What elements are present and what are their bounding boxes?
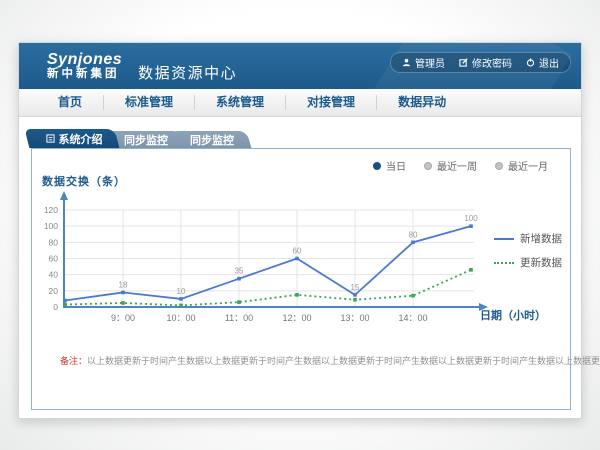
footer-note-text: 以上数据更新于时间产生数据以上数据更新于时间产生数据以上数据更新于时间产生数据以… xyxy=(87,356,600,366)
tab-sync-monitor-2[interactable]: 同步监控 xyxy=(175,131,249,148)
current-user-label: 管理员 xyxy=(415,55,445,70)
logout-label: 退出 xyxy=(539,55,559,70)
svg-text:100: 100 xyxy=(464,214,478,223)
svg-text:12：00: 12：00 xyxy=(282,313,311,323)
nav-item-system-mgmt[interactable]: 系统管理 xyxy=(195,95,286,110)
legend-item-new-data[interactable]: 新增数据 xyxy=(494,231,562,246)
change-password-label: 修改密码 xyxy=(472,55,512,70)
nav-item-integration-mgmt[interactable]: 对接管理 xyxy=(286,95,377,110)
app-title: 数据资源中心 xyxy=(138,62,237,83)
footer-note: 备注：以上数据更新于时间产生数据以上数据更新于时间产生数据以上数据更新于时间产生… xyxy=(60,354,600,367)
svg-text:80: 80 xyxy=(409,230,418,239)
desktop-background: Synjones 新中新集团 数据资源中心 管理员 修改密码 退出 xyxy=(0,0,600,450)
svg-text:15: 15 xyxy=(351,283,360,292)
svg-text:20: 20 xyxy=(49,286,59,296)
filter-label: 最近一月 xyxy=(508,158,548,173)
content-panel: 当日 最近一周 最近一月 数据交换（条） 0 20 40 60 80 100 120 9：00… xyxy=(31,148,571,410)
svg-text:40: 40 xyxy=(49,270,59,280)
svg-text:0: 0 xyxy=(53,302,58,312)
power-icon xyxy=(526,58,535,67)
main-nav: 首页 标准管理 系统管理 对接管理 数据异动 xyxy=(19,89,581,117)
app-header: Synjones 新中新集团 数据资源中心 管理员 修改密码 退出 xyxy=(19,43,581,89)
svg-text:11：00: 11：00 xyxy=(225,313,253,323)
brand-logo-wordmark: Synjones xyxy=(47,52,122,69)
svg-text:14：00: 14：00 xyxy=(398,313,427,323)
svg-text:60: 60 xyxy=(293,247,302,256)
svg-text:100: 100 xyxy=(44,221,58,231)
brand-logo-cn: 新中新集团 xyxy=(47,68,122,80)
tab-label: 同步监控 xyxy=(124,132,168,148)
legend-label: 更新数据 xyxy=(520,255,562,270)
user-menu: 管理员 修改密码 退出 xyxy=(390,52,571,73)
svg-text:80: 80 xyxy=(49,237,59,247)
radio-icon xyxy=(495,162,503,170)
legend-line-dotted-icon xyxy=(494,262,514,264)
app-window: Synjones 新中新集团 数据资源中心 管理员 修改密码 退出 xyxy=(18,42,582,419)
nav-item-data-change[interactable]: 数据异动 xyxy=(377,95,467,110)
radio-icon xyxy=(373,162,381,170)
svg-text:35: 35 xyxy=(235,267,244,276)
svg-text:10: 10 xyxy=(177,287,186,296)
svg-text:9：00: 9：00 xyxy=(111,313,135,323)
filter-today[interactable]: 当日 xyxy=(373,158,406,173)
svg-text:120: 120 xyxy=(44,205,58,215)
current-user-button[interactable]: 管理员 xyxy=(402,55,445,70)
tab-label: 系统介绍 xyxy=(59,131,103,147)
filter-last-month[interactable]: 最近一月 xyxy=(495,158,548,173)
nav-item-standard-mgmt[interactable]: 标准管理 xyxy=(104,95,195,110)
footer-note-label: 备注： xyxy=(60,356,87,366)
user-icon xyxy=(402,58,411,67)
tab-sync-monitor-1[interactable]: 同步监控 xyxy=(109,131,183,148)
logout-button[interactable]: 退出 xyxy=(526,55,559,70)
y-axis-title: 数据交换（条） xyxy=(42,173,126,189)
legend-label: 新增数据 xyxy=(520,231,562,246)
svg-text:13：00: 13：00 xyxy=(340,313,369,323)
nav-item-home[interactable]: 首页 xyxy=(37,95,104,110)
x-axis-title: 日期（小时） xyxy=(480,307,546,323)
tab-bar: 系统介绍 同步监控 同步监控 xyxy=(31,129,249,148)
tab-label: 同步监控 xyxy=(190,132,234,148)
filter-last-week[interactable]: 最近一周 xyxy=(424,158,477,173)
legend-item-update-data[interactable]: 更新数据 xyxy=(494,255,562,270)
svg-text:60: 60 xyxy=(49,254,59,264)
filter-label: 当日 xyxy=(386,158,406,173)
edit-icon xyxy=(459,58,468,67)
change-password-button[interactable]: 修改密码 xyxy=(459,55,512,70)
svg-text:10：00: 10：00 xyxy=(166,313,195,323)
filter-label: 最近一周 xyxy=(437,158,477,173)
line-chart: 0 20 40 60 80 100 120 9：00 10：00 11：00 12：00 13：00 1… xyxy=(32,189,502,339)
legend-line-solid-icon xyxy=(494,238,514,240)
brand-logo[interactable]: Synjones 新中新集团 xyxy=(47,52,122,81)
chart-legend: 新增数据 更新数据 xyxy=(494,231,562,279)
document-icon xyxy=(46,134,55,143)
tab-system-intro[interactable]: 系统介绍 xyxy=(31,129,117,148)
radio-icon xyxy=(424,162,432,170)
range-filter-group: 当日 最近一周 最近一月 xyxy=(373,158,548,173)
svg-text:18: 18 xyxy=(119,280,128,289)
